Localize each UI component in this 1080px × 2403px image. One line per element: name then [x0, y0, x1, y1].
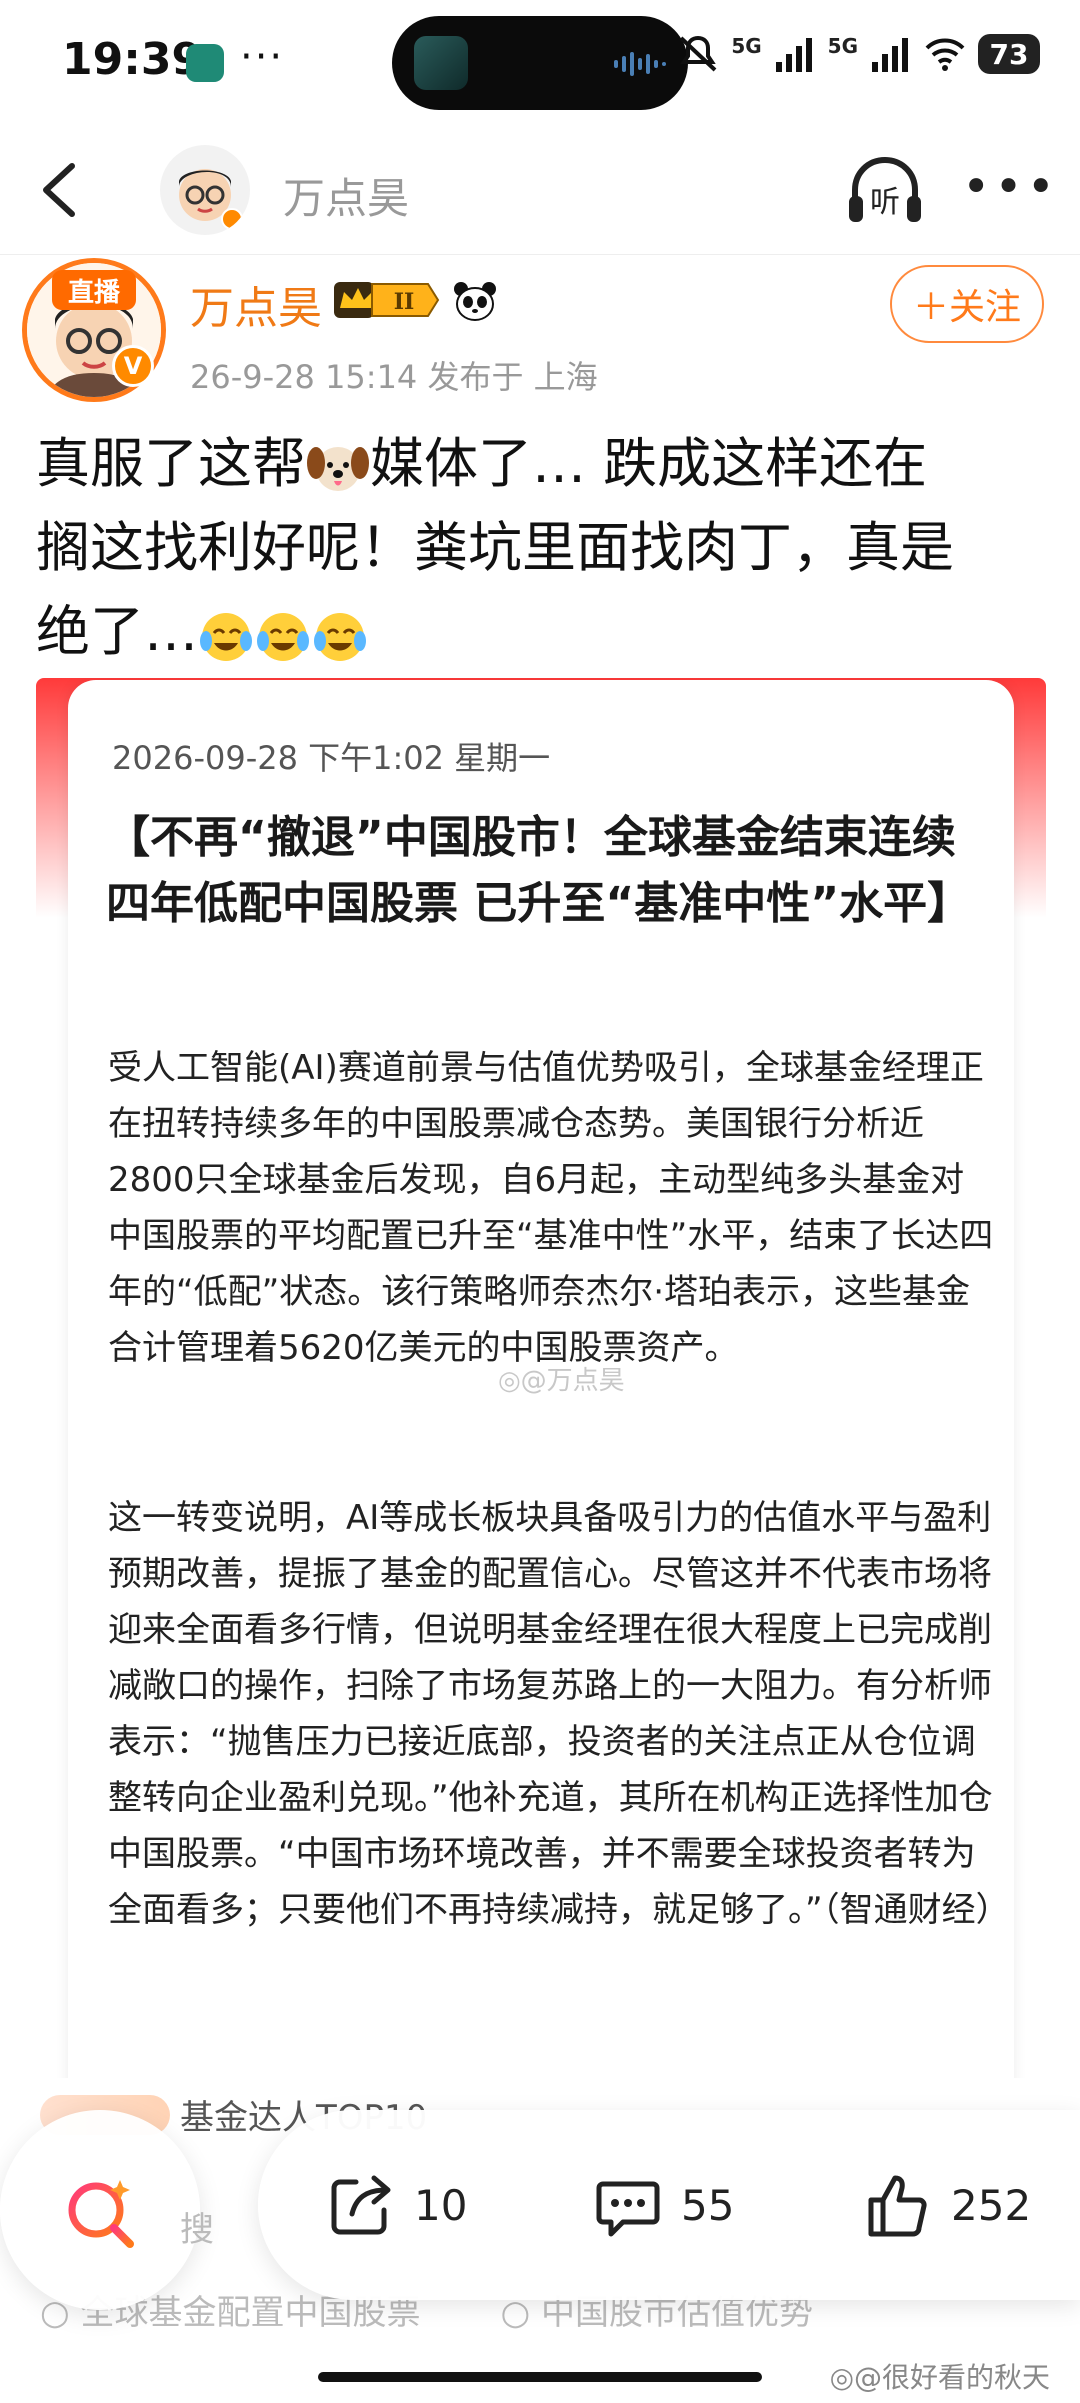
post-action-bar: 10 55 252 [258, 2110, 1080, 2300]
app-icon [186, 44, 224, 82]
status-bar: 19:39 ··· 5G 5G 73 [0, 0, 1080, 125]
search-fab[interactable] [0, 2110, 200, 2310]
audio-wave-icon [614, 52, 666, 76]
top-nav-bar: 万点昊 听 ••• [0, 125, 1080, 255]
like-count: 252 [951, 2180, 1032, 2230]
dog-face-icon [307, 447, 369, 492]
search-sparkle-icon [68, 2180, 134, 2248]
level-label: II [394, 289, 415, 315]
share-button[interactable]: 10 [326, 2170, 467, 2240]
comment-icon [596, 2181, 660, 2237]
more-notifications-icon: ··· [240, 34, 285, 80]
listen-label: 听 [870, 185, 900, 220]
news-paragraph-1: 受人工智能(AI)赛道前景与估值优势吸引，全球基金经理正在扭转持续多年的中国股票… [108, 1048, 994, 1368]
mute-bell-icon [679, 35, 717, 72]
listen-button[interactable]: 听 [845, 150, 925, 230]
verified-badge-icon: V [112, 345, 154, 387]
panda-icon [454, 282, 496, 321]
wifi-icon [925, 38, 965, 71]
post-text-2: 搁这找利好呢！粪坑里面找肉丁，真是 [36, 516, 954, 579]
home-indicator[interactable] [318, 2372, 762, 2382]
author-name[interactable]: 万点昊 [190, 272, 322, 336]
signal-icon-2 [872, 38, 908, 72]
post-text-1b: 媒体了… 跌成这样还在 [370, 432, 928, 495]
news-date: 2026-09-28 下午1:02 星期一 [112, 739, 551, 777]
image-watermark: ◎@万点昊 [498, 1366, 625, 1396]
header-username[interactable]: 万点昊 [283, 165, 409, 226]
follow-button[interactable]: ＋关注 [890, 265, 1044, 343]
post-text-3: 绝了… [36, 600, 198, 663]
clock: 19:39 [62, 34, 203, 85]
corner-watermark: ◎@很好看的秋天 [829, 2361, 1050, 2394]
comment-count: 55 [681, 2180, 735, 2230]
search-label: 搜 [180, 2210, 214, 2250]
crown-level-icon[interactable]: II [332, 278, 442, 322]
battery-icon: 73 [978, 34, 1040, 74]
post-image[interactable]: 2026-09-28 下午1:02 星期一 【不再“撤退”中国股市！全球基金结束… [36, 678, 1046, 2078]
cartoon-face-icon [179, 169, 243, 230]
network-label-2: 5G [827, 34, 858, 58]
share-icon [331, 2175, 391, 2235]
post-body: 真服了这帮 媒体了… 跌成这样还在 搁这找利好呢！粪坑里面找肉丁，真是 绝了… [36, 422, 1046, 674]
live-badge[interactable]: 直播 [52, 270, 136, 310]
news-title: 【不再“撤退”中国股市！全球基金结束连续四年低配中国股票 已升至“基准中性”水平… [106, 812, 972, 929]
headphones-icon: 听 [849, 156, 921, 222]
post-meta: 26-9-28 15:14 发布于 上海 [190, 358, 598, 396]
more-options-icon[interactable]: ••• [962, 163, 1059, 211]
signal-icon [775, 38, 812, 72]
thumbs-up-icon [868, 2175, 927, 2237]
post-text-1: 真服了这帮 [36, 432, 306, 495]
laugh-cry-emoji-icon [200, 613, 366, 662]
media-thumbnail [414, 36, 468, 90]
share-count: 10 [414, 2180, 468, 2230]
news-card: 2026-09-28 下午1:02 星期一 【不再“撤退”中国股市！全球基金结束… [68, 680, 1014, 2078]
header-avatar[interactable] [160, 145, 250, 235]
news-paragraph-2: 这一转变说明，AI等成长板块具备吸引力的估值水平与盈利预期改善，提振了基金的配置… [108, 1498, 1010, 1930]
back-arrow-icon[interactable] [36, 160, 84, 220]
network-label-1: 5G [731, 34, 762, 58]
comment-button[interactable]: 55 [593, 2170, 734, 2240]
like-button[interactable]: 252 [863, 2170, 1031, 2240]
dynamic-island[interactable] [392, 16, 688, 110]
